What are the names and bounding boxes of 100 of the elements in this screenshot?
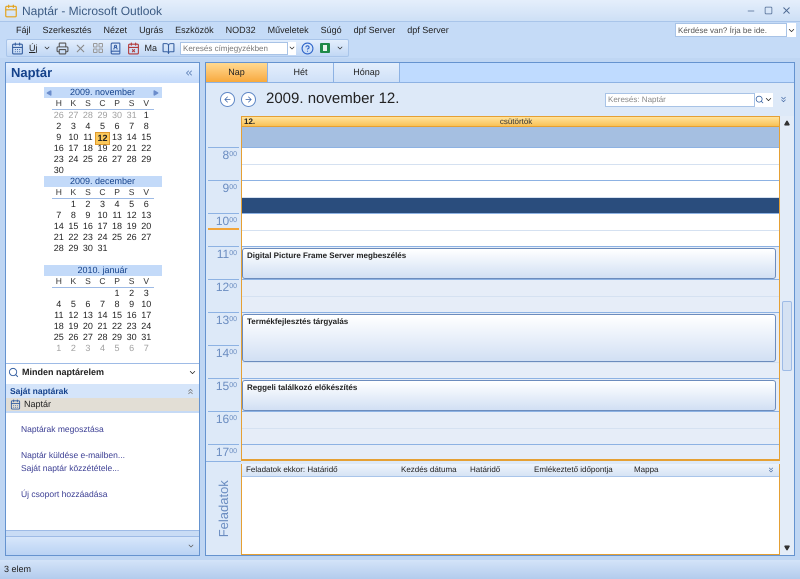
calendar-day[interactable]: 27 xyxy=(110,154,124,165)
calendar-day[interactable]: 9 xyxy=(124,299,139,310)
calendar-day[interactable]: 8 xyxy=(138,121,154,132)
calendar-day[interactable]: 10 xyxy=(66,132,81,145)
calendar-day[interactable]: 7 xyxy=(52,210,66,221)
calendar-day[interactable]: 23 xyxy=(80,232,96,243)
calendar-day[interactable]: 19 xyxy=(95,143,110,154)
calendar-day[interactable]: 24 xyxy=(66,154,81,165)
calendar-day[interactable]: 17 xyxy=(95,221,110,232)
calendar-day[interactable]: 9 xyxy=(80,210,96,221)
calendar-day[interactable]: 28 xyxy=(95,332,110,343)
view-selector[interactable]: Minden naptárelem xyxy=(6,363,199,381)
collapse-icon[interactable] xyxy=(184,68,194,78)
previous-month-icon[interactable] xyxy=(46,90,52,96)
calendar-day[interactable]: 14 xyxy=(95,310,110,321)
book-icon[interactable] xyxy=(162,42,176,54)
calendar-day[interactable]: 30 xyxy=(52,165,66,176)
view-tab[interactable]: Hónap xyxy=(334,63,400,82)
dropdown-icon[interactable] xyxy=(42,44,50,52)
new-button[interactable]: Új xyxy=(29,44,38,52)
dropdown-icon[interactable] xyxy=(764,95,773,104)
dropdown-icon[interactable] xyxy=(288,44,296,52)
view-tab[interactable]: Hét xyxy=(268,63,334,82)
calendar-day[interactable]: 5 xyxy=(124,199,139,210)
calendar-day[interactable]: 3 xyxy=(66,121,81,132)
calendar-day[interactable]: 10 xyxy=(138,299,154,310)
calendar-day[interactable]: 15 xyxy=(110,310,124,321)
calendar-day[interactable]: 17 xyxy=(66,143,81,154)
previous-day-icon[interactable] xyxy=(220,92,235,107)
calendar-day[interactable]: 13 xyxy=(138,210,154,221)
dropdown-icon[interactable] xyxy=(188,368,197,377)
calendar-day[interactable]: 2 xyxy=(80,199,96,210)
printer-icon[interactable] xyxy=(56,42,68,54)
menu-item[interactable]: Súgó xyxy=(314,26,348,34)
today-button[interactable]: Ma xyxy=(144,44,158,52)
address-search-field[interactable]: Keresés címjegyzékben xyxy=(180,42,288,54)
calendar-day[interactable]: 11 xyxy=(52,310,66,321)
grid-icon[interactable] xyxy=(92,42,104,54)
menu-item[interactable]: Műveletek xyxy=(262,26,315,34)
calendar-day[interactable]: 10 xyxy=(95,210,110,221)
next-day-icon[interactable] xyxy=(241,92,256,107)
expand-icon[interactable] xyxy=(779,95,788,104)
calendar-day[interactable]: 25 xyxy=(110,232,124,243)
calendar-day[interactable]: 1 xyxy=(66,199,81,210)
calendar-day[interactable]: 28 xyxy=(52,243,66,254)
menu-item[interactable]: Eszközök xyxy=(169,26,220,34)
calendar-day[interactable]: 14 xyxy=(124,132,139,145)
calendar-day[interactable]: 7 xyxy=(95,299,110,310)
calendar-day[interactable]: 4 xyxy=(80,121,96,132)
menu-item[interactable]: Szerkesztés xyxy=(36,26,98,34)
expand-icon[interactable] xyxy=(767,466,775,474)
maximize-icon[interactable] xyxy=(764,6,773,15)
calendar-day[interactable]: 5 xyxy=(95,121,110,132)
calendar-day[interactable]: 20 xyxy=(110,143,124,154)
delete-icon[interactable] xyxy=(74,42,86,54)
close-icon[interactable] xyxy=(781,5,792,16)
calendar-day[interactable]: 24 xyxy=(95,232,110,243)
column-header[interactable]: Feladatok ekkor: Határidő xyxy=(246,466,401,474)
calendar-day[interactable]: 23 xyxy=(124,321,139,332)
calendar-day[interactable]: 25 xyxy=(52,332,66,343)
column-header[interactable]: Határidő xyxy=(470,466,534,474)
calendar-day[interactable]: 21 xyxy=(52,232,66,243)
calendar-day[interactable]: 12 xyxy=(95,132,110,145)
calendar-day[interactable]: 12 xyxy=(66,310,81,321)
calendar-day[interactable]: 4 xyxy=(110,199,124,210)
calendar-day[interactable]: 21 xyxy=(95,321,110,332)
scrollbar[interactable] xyxy=(780,116,794,555)
calendar-day[interactable]: 8 xyxy=(66,210,81,221)
view-tab[interactable]: Nap xyxy=(206,63,268,82)
calendar-day[interactable]: 18 xyxy=(110,221,124,232)
link[interactable]: Saját naptár közzététele... xyxy=(21,462,120,475)
calendar-day[interactable]: 15 xyxy=(66,221,81,232)
scroll-down-icon[interactable] xyxy=(784,545,790,551)
calendar-day[interactable]: 6 xyxy=(138,199,154,210)
calendar-day[interactable]: 23 xyxy=(52,154,66,165)
calendar-day[interactable]: 1 xyxy=(110,288,124,299)
calendar-day[interactable]: 16 xyxy=(124,310,139,321)
note-icon[interactable] xyxy=(319,42,332,54)
calendar-day[interactable]: 11 xyxy=(110,210,124,221)
menu-item[interactable]: NOD32 xyxy=(220,26,262,34)
menu-item[interactable]: dpf Server xyxy=(401,26,455,34)
calendar-day[interactable]: 20 xyxy=(138,221,154,232)
calendar-day[interactable]: 29 xyxy=(110,332,124,343)
help-icon[interactable] xyxy=(301,42,314,54)
calendar-day[interactable]: 29 xyxy=(66,243,81,254)
calendar-day[interactable]: 26 xyxy=(66,332,81,343)
calendar-day[interactable]: 29 xyxy=(138,154,154,165)
calendar-icon[interactable] xyxy=(126,42,140,54)
address-book-icon[interactable] xyxy=(108,42,122,54)
calendar-day[interactable]: 22 xyxy=(66,232,81,243)
calendar-day[interactable]: 3 xyxy=(95,199,110,210)
link[interactable]: Új csoport hozzáadása xyxy=(21,488,108,501)
calendar-list-item[interactable]: Naptár xyxy=(6,398,199,411)
calendar-day[interactable]: 30 xyxy=(124,332,139,343)
calendar-day[interactable]: 21 xyxy=(124,143,139,154)
column-header[interactable]: Mappa xyxy=(634,466,767,474)
next-month-icon[interactable] xyxy=(153,90,160,96)
calendar-day[interactable]: 27 xyxy=(80,332,96,343)
calendar-day[interactable]: 17 xyxy=(138,310,154,321)
scrollbar-thumb[interactable] xyxy=(782,300,792,370)
